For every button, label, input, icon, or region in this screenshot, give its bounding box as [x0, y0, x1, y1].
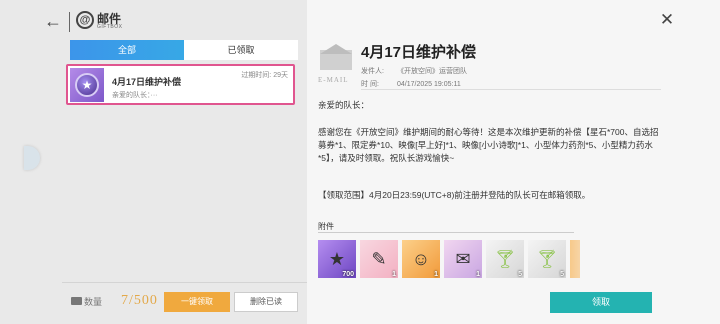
envelope-label: E-MAIL — [318, 76, 349, 84]
attachment-qty: 1 — [476, 271, 480, 278]
attachment-item[interactable]: 🍸︎ 5 — [528, 240, 566, 278]
time-key: 时 间: — [361, 81, 379, 88]
claim-all-button[interactable]: 一键领取 — [164, 292, 230, 312]
attachment-item-partial[interactable] — [570, 240, 580, 278]
mail-item-title: 4月17日维护补偿 — [112, 77, 182, 87]
attachments-label: 附件 — [318, 222, 334, 231]
close-icon[interactable]: ✕ — [659, 11, 675, 28]
mail-tabs: 全部 已领取 — [70, 40, 298, 60]
mail-body-paragraph: 感谢您在《开放空间》维护期间的耐心等待！这是本次维护更新的补偿【星石*700、自… — [318, 127, 659, 163]
back-arrow-icon[interactable]: ← — [44, 12, 62, 30]
time-value: 04/17/2025 19:05:11 — [397, 81, 461, 88]
mail-count-value: 7/500 — [121, 293, 158, 308]
attachment-qty: 1 — [434, 271, 438, 278]
mail-detail-title: 4月17日维护补偿 — [361, 44, 477, 61]
footer-divider — [62, 282, 307, 283]
envelope-icon — [320, 44, 352, 70]
mail-count-label: 数量 — [84, 297, 103, 307]
attachment-qty: 5 — [560, 271, 564, 278]
at-mail-icon: @ — [76, 11, 94, 29]
mail-greeting: 亲爱的队长： — [318, 100, 370, 110]
mail-thumbnail: ★ — [70, 68, 104, 102]
mail-count-icon — [71, 297, 82, 305]
sender-key: 发件人: — [361, 68, 384, 75]
attachment-item[interactable]: ☺ 1 — [402, 240, 440, 278]
mail-item-preview: 亲爱的队长：··· — [112, 92, 158, 99]
page-subtitle: GIFTBOX — [97, 24, 123, 30]
header-divider — [69, 12, 70, 32]
mail-item-expire: 过期时间: 29天 — [241, 72, 288, 79]
sender-value: 《开放空间》运营团队 — [397, 68, 467, 75]
attachment-qty: 1 — [392, 271, 396, 278]
attachments-strip: ★ 700 ✎ 1 ☺ 1 ✉ 1 🍸︎ 5 🍸︎ 5 — [318, 240, 580, 278]
attachment-item[interactable]: 🍸︎ 5 — [486, 240, 524, 278]
attachment-item[interactable]: ★ 700 — [318, 240, 356, 278]
attachment-qty: 5 — [518, 271, 522, 278]
delete-read-button[interactable]: 删除已读 — [234, 292, 298, 312]
mail-time: 时 间: 04/17/2025 19:05:11 — [361, 79, 461, 89]
mail-claim-range: 【领取范围】4月20日23:59(UTC+8)前注册并登陆的队长可在邮箱领取。 — [318, 190, 591, 200]
tab-claimed[interactable]: 已领取 — [184, 40, 298, 60]
attachment-item[interactable]: ✎ 1 — [360, 240, 398, 278]
mail-sender: 发件人: 《开放空间》运营团队 — [361, 66, 467, 76]
attachment-item[interactable]: ✉ 1 — [444, 240, 482, 278]
attachment-qty: 700 — [342, 271, 354, 278]
tab-all[interactable]: 全部 — [70, 40, 184, 60]
detail-divider — [361, 89, 661, 90]
claim-button[interactable]: 领取 — [550, 292, 652, 313]
star-stone-icon: ★ — [75, 73, 99, 97]
attachments-divider — [318, 232, 574, 233]
mail-list-item[interactable]: ★ 4月17日维护补偿 过期时间: 29天 亲爱的队长：··· — [66, 64, 295, 105]
envelope-flap — [320, 44, 352, 54]
